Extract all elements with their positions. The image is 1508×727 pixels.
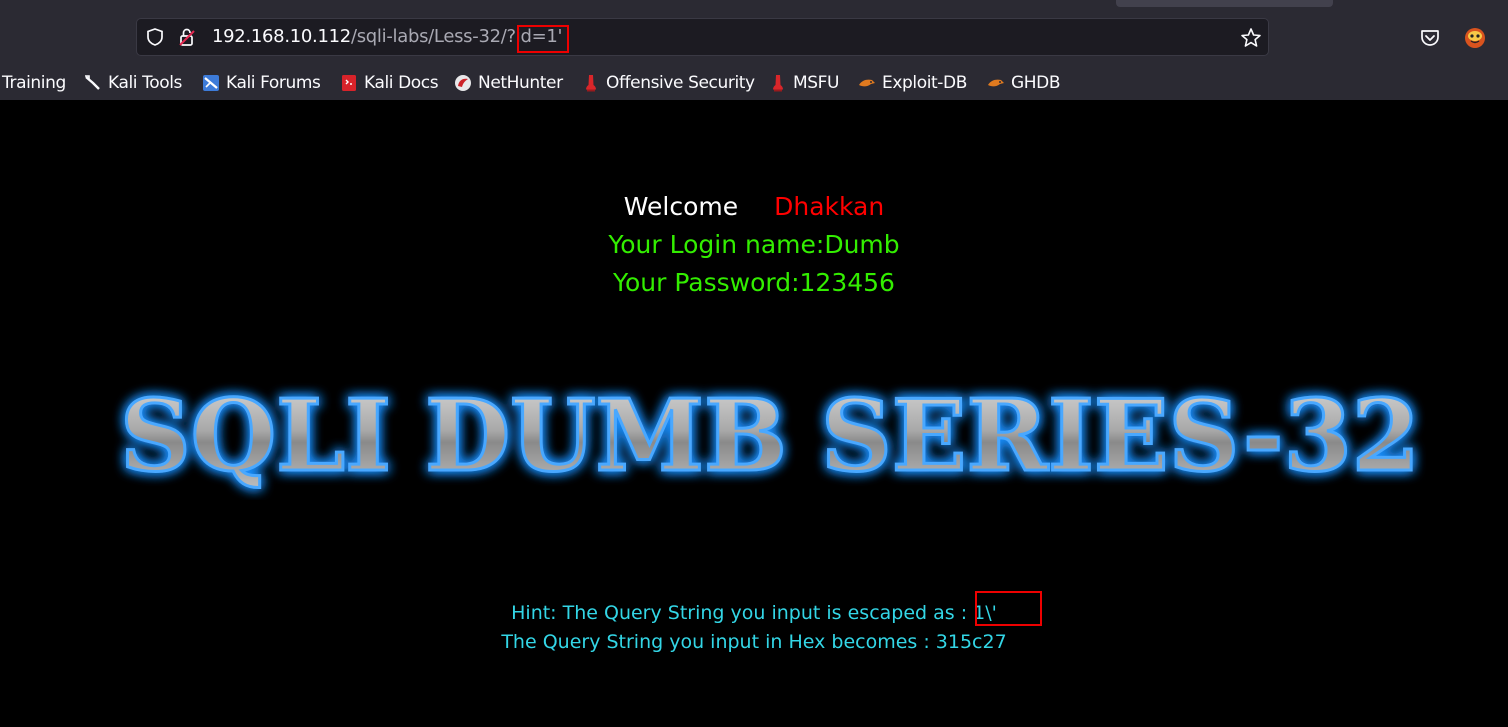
tab-strip-edge[interactable]: [1116, 0, 1333, 7]
bookmark-training[interactable]: Training: [2, 72, 66, 94]
browser-toolbar: 192.168.10.112/sqli-labs/Less-32/?id=1': [0, 0, 1508, 66]
bookmarks-bar: Training Kali Tools Kali Forums Kali Doc…: [0, 66, 1508, 101]
bookmark-kali-docs[interactable]: Kali Docs: [340, 72, 439, 94]
bookmark-ghdb[interactable]: GHDB: [987, 72, 1061, 94]
bookmark-label: Offensive Security: [606, 73, 755, 93]
hint-hex-line: The Query String you input in Hex become…: [501, 631, 1007, 653]
pocket-icon[interactable]: [1418, 26, 1442, 50]
bookmark-msfu[interactable]: MSFU: [769, 72, 839, 94]
insecure-lock-icon[interactable]: [177, 27, 197, 47]
kali-tools-icon: [85, 75, 100, 90]
shield-icon[interactable]: [145, 27, 165, 47]
exploitdb-icon: [859, 79, 875, 87]
bookmark-label: GHDB: [1011, 73, 1061, 93]
star-icon[interactable]: [1239, 26, 1263, 50]
bookmark-label: Kali Tools: [108, 73, 182, 93]
url-host: 192.168.10.112: [212, 26, 351, 47]
extension-icon[interactable]: [1462, 24, 1488, 50]
bookmark-label: MSFU: [793, 73, 840, 93]
url-param-highlight-box: [517, 25, 569, 53]
bookmark-label: Training: [2, 73, 66, 93]
url-text[interactable]: 192.168.10.112/sqli-labs/Less-32/?id=1': [212, 26, 562, 48]
welcome-name: Dhakkan: [774, 192, 885, 221]
bookmark-offensive-security[interactable]: Offensive Security: [582, 72, 755, 94]
hint-escaped-line: Hint: The Query String you input is esca…: [511, 602, 997, 624]
bookmark-label: Exploit-DB: [882, 73, 967, 93]
nethunter-icon: [455, 75, 471, 91]
password-line: Your Password:123456: [613, 268, 895, 297]
escaped-value-highlight-box: [975, 591, 1042, 626]
welcome-line: Welcome Dhakkan: [0, 192, 1508, 221]
bookmark-kali-forums[interactable]: Kali Forums: [202, 72, 321, 94]
bookmark-exploit-db[interactable]: Exploit-DB: [858, 72, 967, 94]
page-content: Welcome Dhakkan Your Login name:Dumb Your…: [0, 100, 1508, 727]
welcome-text: Welcome: [623, 192, 739, 221]
banner-text: SQLI DUMB SERIES-32: [120, 379, 1420, 494]
bookmark-label: NetHunter: [478, 73, 563, 93]
offsec-icon: [586, 75, 596, 92]
kali-forums-icon: [203, 75, 219, 91]
bookmark-nethunter[interactable]: NetHunter: [454, 72, 563, 94]
bookmark-label: Kali Forums: [226, 73, 321, 93]
series-banner: SQLI DUMB SERIES-32: [119, 378, 1422, 496]
url-bar[interactable]: 192.168.10.112/sqli-labs/Less-32/?id=1': [136, 18, 1269, 56]
login-name-line: Your Login name:Dumb: [608, 230, 900, 259]
kali-docs-icon: [342, 75, 356, 91]
msfu-icon: [773, 75, 783, 92]
bookmark-label: Kali Docs: [364, 73, 439, 93]
ghdb-icon: [988, 79, 1004, 87]
bookmark-kali-tools[interactable]: Kali Tools: [84, 72, 182, 94]
